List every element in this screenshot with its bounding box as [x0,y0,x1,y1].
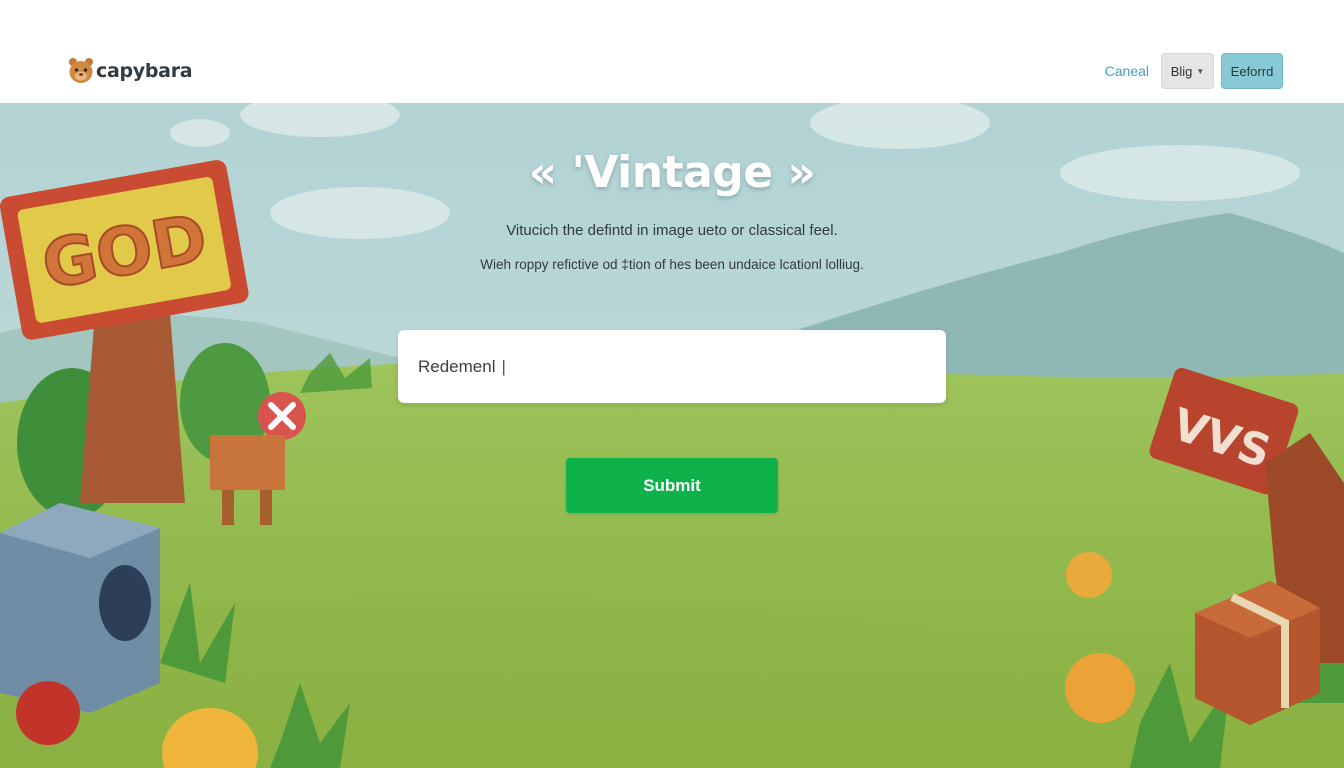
hero-title: « 'Vintage » [528,147,816,198]
top-navigation-bar: capybara Caneal Blig ▼ Eeforrd [0,0,1344,103]
cancel-link[interactable]: Caneal [1105,63,1149,79]
game-landscape-illustration: GOD VVS [0,103,1344,768]
caret-down-icon: ▼ [1196,66,1205,76]
submit-button[interactable]: Submit [566,458,778,513]
redemption-input[interactable]: Redemenl | [398,330,946,403]
header-actions: Caneal Blig ▼ Eeforrd [1105,53,1283,89]
brand-logo[interactable]: capybara [68,57,193,85]
hero-subtitle-secondary: Wieh roppy refictive od ‡tion of hes bee… [480,257,864,272]
dropdown-label: Blig [1170,63,1193,79]
language-dropdown[interactable]: Blig ▼ [1161,53,1214,89]
input-value: Redemenl [418,356,496,376]
text-cursor: | [501,356,506,376]
capybara-icon [69,58,93,83]
primary-action-button[interactable]: Eeforrd [1221,53,1283,89]
hero-subtitle-primary: Vitucich the defintd in image ueto or cl… [506,222,838,239]
brand-name: capybara [96,60,193,82]
hero-section: GOD VVS « 'Vintage » Vitucich the defint… [0,103,1344,768]
